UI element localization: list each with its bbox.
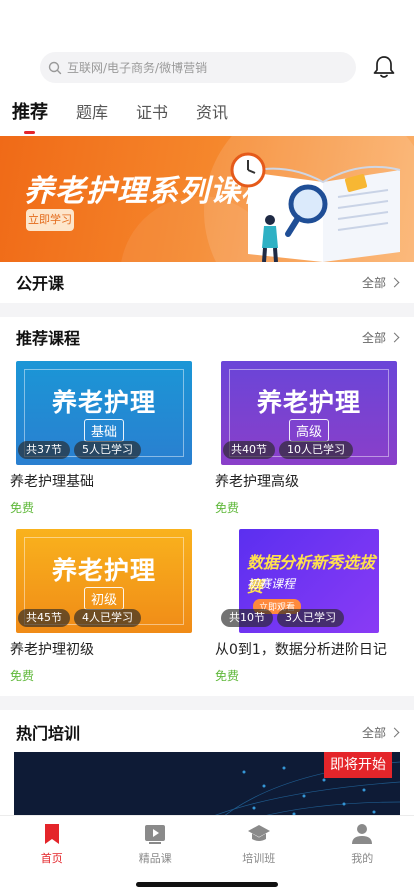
lesson-count-badge: 共45节 (18, 609, 70, 627)
open-course-header: 公开课 全部 (0, 262, 414, 302)
open-course-more-link[interactable]: 全部 (361, 274, 400, 291)
recommended-title: 推荐课程 (16, 329, 81, 348)
learner-count-badge: 5人已学习 (74, 441, 141, 459)
course-card-advanced[interactable]: 养老护理 高级 共40节 10人已学习 养老护理高级 免费 (215, 361, 397, 516)
graduation-cap-icon (247, 825, 270, 841)
hot-training-banner[interactable]: 即将开始 (14, 752, 400, 824)
course-card-basic[interactable]: 养老护理 基础 共37节 5人已学习 养老护理基础 免费 (10, 361, 192, 516)
lesson-count-badge: 共10节 (221, 609, 273, 627)
thumbnail-title: 养老护理 (51, 388, 156, 417)
hot-training-more-link[interactable]: 全部 (361, 724, 400, 741)
nav-mine[interactable]: 我的 (311, 816, 414, 896)
course-price: 免费 (10, 501, 35, 515)
home-indicator (136, 882, 278, 887)
thumbnail-title: 养老护理 (51, 556, 156, 585)
course-card-beginner[interactable]: 养老护理 初级 共45节 4人已学习 养老护理初级 免费 (10, 529, 192, 684)
hot-training-header: 热门培训 全部 (0, 712, 414, 752)
recommended-more-label: 全部 (361, 330, 386, 345)
tab-news[interactable]: 资讯 (196, 100, 228, 134)
nav-home-label: 首页 (40, 852, 63, 865)
lesson-count-badge: 共37节 (18, 441, 70, 459)
thumbnail-level: 高级 (288, 419, 330, 442)
promo-banner[interactable]: 养老护理系列课程 立即学习 (0, 136, 414, 262)
lesson-count-badge: 共40节 (223, 441, 275, 459)
tab-question-bank[interactable]: 题库 (76, 100, 108, 134)
user-icon (352, 824, 373, 844)
recommended-more-link[interactable]: 全部 (361, 329, 400, 346)
nav-mine-label: 我的 (351, 852, 374, 865)
section-divider (0, 303, 414, 317)
learner-count-badge: 3人已学习 (277, 609, 344, 627)
search-input[interactable]: 互联网/电子商务/微博营销 (40, 52, 356, 83)
learner-count-badge: 4人已学习 (74, 609, 141, 627)
course-title: 养老护理高级 (215, 474, 299, 490)
open-course-more-label: 全部 (361, 275, 386, 290)
nav-home[interactable]: 首页 (0, 816, 104, 896)
tab-recommend[interactable]: 推荐 (12, 100, 48, 134)
chevron-right-icon (389, 277, 400, 287)
chevron-right-icon (389, 332, 400, 342)
tab-bar: 推荐 题库 证书 资讯 (12, 100, 256, 134)
banner-cta-button[interactable]: 立即学习 (26, 209, 74, 231)
course-card-data-analysis[interactable]: 数据分析新秀选拔赛 初赛课程 立即观看 共10节 3人已学习 从0到1，数据分析… (215, 529, 397, 684)
course-thumbnail: 养老护理 初级 共45节 4人已学习 (16, 529, 192, 633)
bell-icon[interactable] (371, 54, 397, 80)
course-thumbnail: 养老护理 高级 共40节 10人已学习 (221, 361, 397, 465)
hot-training-title: 热门培训 (16, 724, 81, 743)
chevron-right-icon (389, 727, 400, 737)
section-divider (0, 696, 414, 710)
nav-training-label: 培训班 (242, 852, 276, 865)
course-title: 养老护理基础 (10, 474, 94, 490)
learner-count-badge: 10人已学习 (279, 441, 353, 459)
recommended-header: 推荐课程 全部 (0, 317, 414, 357)
search-placeholder: 互联网/电子商务/微博营销 (67, 61, 208, 75)
book-magnifier-illustration (230, 152, 401, 262)
thumbnail-title: 养老护理 (256, 388, 361, 417)
thumbnail-subtitle: 初赛课程 (247, 577, 296, 591)
thumbnail-level: 初级 (83, 587, 125, 610)
upcoming-badge: 即将开始 (324, 752, 392, 778)
course-price: 免费 (215, 669, 240, 683)
course-price: 免费 (10, 669, 35, 683)
course-title: 从0到1，数据分析进阶日记 (215, 642, 387, 658)
hot-training-more-label: 全部 (361, 725, 386, 740)
thumbnail-level: 基础 (83, 419, 125, 442)
nav-premium-label: 精品课 (138, 852, 172, 865)
tab-certificate[interactable]: 证书 (136, 100, 168, 134)
course-thumbnail: 养老护理 基础 共37节 5人已学习 (16, 361, 192, 465)
video-play-icon (145, 825, 166, 844)
course-price: 免费 (215, 501, 240, 515)
search-icon (48, 61, 62, 74)
open-course-title: 公开课 (16, 274, 65, 293)
course-title: 养老护理初级 (10, 642, 94, 658)
bookmark-icon (44, 824, 59, 844)
